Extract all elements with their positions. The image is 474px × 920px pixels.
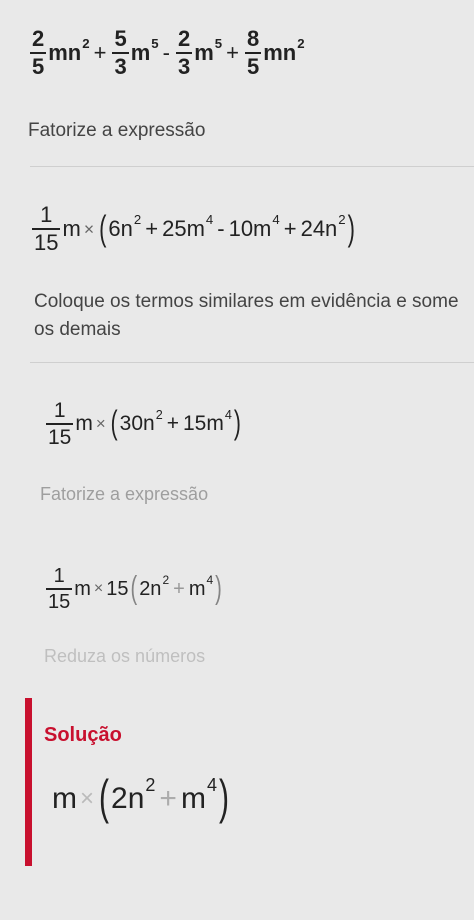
exponent: 5: [214, 35, 223, 51]
operator: +: [173, 577, 185, 600]
term: 15m: [183, 412, 224, 435]
numerator: 5: [114, 26, 127, 51]
exponent: 2: [133, 211, 142, 227]
variable: m: [74, 577, 91, 600]
divider: [30, 166, 474, 167]
fraction-bar: [46, 423, 74, 425]
fraction-1-15: 1 15: [32, 202, 61, 255]
open-paren: (: [99, 208, 107, 249]
denominator: 15: [48, 426, 72, 449]
exponent: 4: [272, 211, 280, 227]
fraction-bar: [46, 588, 73, 590]
exponent: 2: [145, 775, 156, 795]
numerator: 2: [32, 26, 45, 51]
fraction-2-5: 25: [30, 26, 47, 79]
operator: +: [283, 216, 297, 241]
term: 2n: [111, 782, 145, 815]
denominator: 5: [32, 54, 45, 79]
divider: [30, 362, 474, 363]
fraction-8-5: 85: [244, 26, 262, 79]
open-paren: (: [130, 570, 138, 606]
operator: +: [159, 782, 177, 815]
exponent: 4: [206, 573, 214, 587]
term: 10m: [228, 216, 272, 241]
step-3-expression: 1 15 m × 15 ( 2n 2 + m4 ): [44, 566, 224, 612]
variable: m: [52, 782, 77, 815]
exponent: 4: [224, 407, 232, 422]
exponent: 2: [162, 573, 170, 587]
close-paren: ): [233, 404, 241, 442]
denominator: 5: [246, 54, 260, 79]
close-paren: ): [347, 208, 355, 249]
operator: -: [162, 40, 170, 65]
term: 25m: [162, 216, 205, 241]
denominator: 15: [48, 591, 71, 613]
step-4-label: Reduza os números: [44, 646, 206, 666]
fraction-1-15: 1 15: [46, 399, 74, 449]
exponent: 4: [206, 775, 217, 795]
step-2-label: Coloque os termos similares em evidência…: [34, 291, 459, 340]
fraction-5-3: 53: [112, 26, 129, 79]
term: 6n: [108, 216, 133, 241]
variable: m: [75, 412, 93, 435]
step-1-expression: 1 15 m × ( 6n 2 + 25m 4 - 10m 4 + 24n 2 ): [30, 204, 357, 254]
denominator: 15: [34, 230, 59, 255]
solution-expression: m × ( 2n 2 + m4 ): [52, 772, 231, 825]
exponent: 2: [297, 35, 305, 51]
exponent: 4: [205, 211, 214, 227]
term: 24n: [300, 216, 338, 241]
fraction-1-15: 1 15: [46, 565, 73, 613]
operator: +: [226, 40, 239, 65]
exponent: 2: [155, 407, 163, 422]
numerator: 8: [246, 26, 260, 51]
times-sign: ×: [95, 414, 106, 433]
term: 30n: [119, 412, 155, 435]
solution-title: Solução: [44, 724, 122, 746]
solution-accent-bar: [25, 698, 32, 866]
term: m: [180, 782, 206, 815]
operator: +: [166, 412, 179, 435]
step-2-expression: 1 15 m × ( 30n 2 + 15m 4 ): [44, 400, 243, 448]
open-paren: (: [99, 771, 110, 825]
operator: +: [93, 40, 107, 65]
term: m: [188, 577, 206, 600]
original-expression: 25 mn 2 + 53 m5 - 23 m5 + 85 mn 2: [28, 28, 305, 78]
open-paren: (: [110, 404, 118, 442]
variable: m: [62, 216, 81, 241]
times-sign: ×: [80, 785, 95, 812]
term: m: [130, 40, 151, 65]
operator: +: [145, 216, 159, 241]
term: m: [194, 40, 214, 65]
denominator: 3: [114, 54, 127, 79]
exponent: 2: [338, 211, 346, 227]
times-sign: ×: [83, 218, 95, 239]
step-1-label: Fatorize a expressão: [28, 120, 206, 141]
close-paren: ): [218, 771, 229, 825]
coefficient: 15: [106, 577, 129, 600]
operator: -: [217, 216, 225, 241]
term: 2n: [139, 577, 162, 600]
numerator: 2: [177, 26, 191, 51]
numerator: 1: [53, 399, 66, 422]
fraction-2-3: 23: [175, 26, 193, 79]
numerator: 1: [40, 202, 53, 227]
term: mn: [263, 40, 297, 65]
denominator: 3: [177, 54, 191, 79]
close-paren: ): [215, 570, 222, 606]
times-sign: ×: [93, 580, 104, 597]
step-3-label: Fatorize a expressão: [40, 484, 209, 504]
numerator: 1: [53, 565, 65, 587]
exponent: 2: [82, 35, 90, 51]
term: mn: [48, 40, 82, 65]
exponent: 5: [151, 35, 159, 51]
